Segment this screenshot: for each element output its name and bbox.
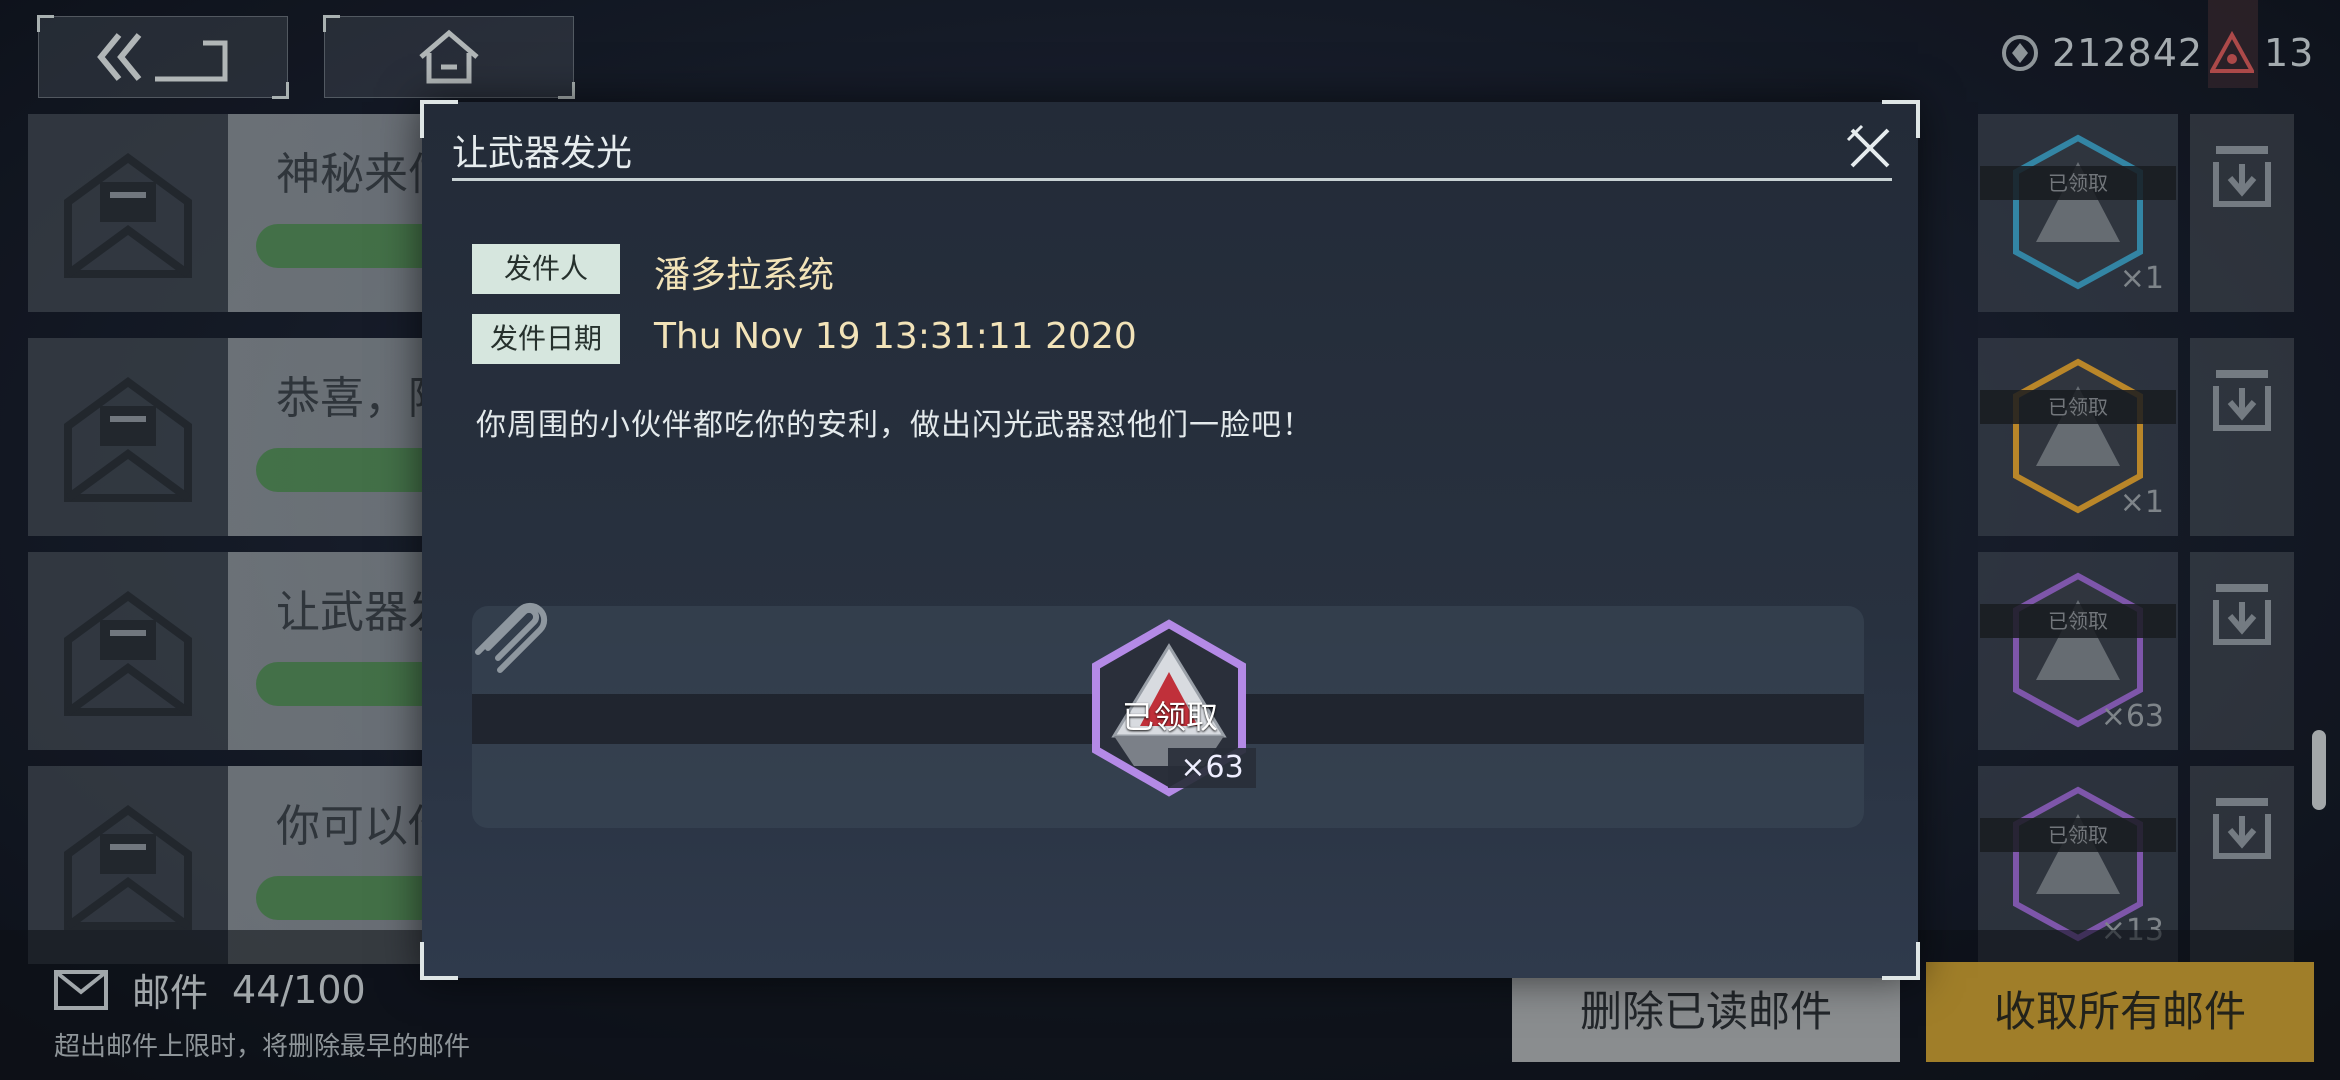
- attachment-claimed-label: 已领取: [1121, 698, 1218, 736]
- date-label: 发件日期: [472, 314, 620, 364]
- close-button[interactable]: [1842, 120, 1898, 176]
- sender-label: 发件人: [472, 244, 620, 294]
- mail-message: 你周围的小伙伴都吃你的安利，做出闪光武器怼他们一脸吧！: [476, 408, 1313, 443]
- attachment-count: ×63: [1168, 748, 1256, 788]
- paperclip-icon: [475, 602, 548, 673]
- date-value: Thu Nov 19 13:31:11 2020: [654, 316, 1137, 357]
- dialog-title: 让武器发光: [452, 133, 633, 174]
- sender-value: 潘多拉系统: [654, 255, 835, 296]
- close-icon: [1846, 124, 1890, 168]
- divider: [452, 178, 1892, 181]
- mail-detail-dialog: 让武器发光 发件人 潘多拉系统 发件日期 Thu Nov 19 13:31:11…: [420, 100, 1920, 980]
